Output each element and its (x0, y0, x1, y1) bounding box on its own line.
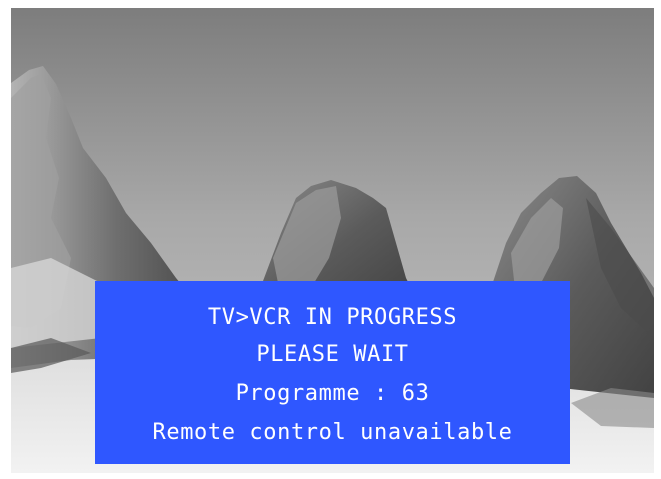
osd-message-panel: TV>VCR IN PROGRESS PLEASE WAIT Programme… (95, 281, 570, 464)
osd-wait-text: PLEASE WAIT (256, 342, 409, 367)
osd-programme-text: Programme : 63 (235, 381, 430, 406)
osd-status-text: TV>VCR IN PROGRESS (207, 305, 458, 330)
tv-picture-frame: TV>VCR IN PROGRESS PLEASE WAIT Programme… (11, 8, 654, 473)
tv-screen: TV>VCR IN PROGRESS PLEASE WAIT Programme… (0, 0, 661, 479)
osd-remote-warning-text: Remote control unavailable (152, 420, 513, 445)
